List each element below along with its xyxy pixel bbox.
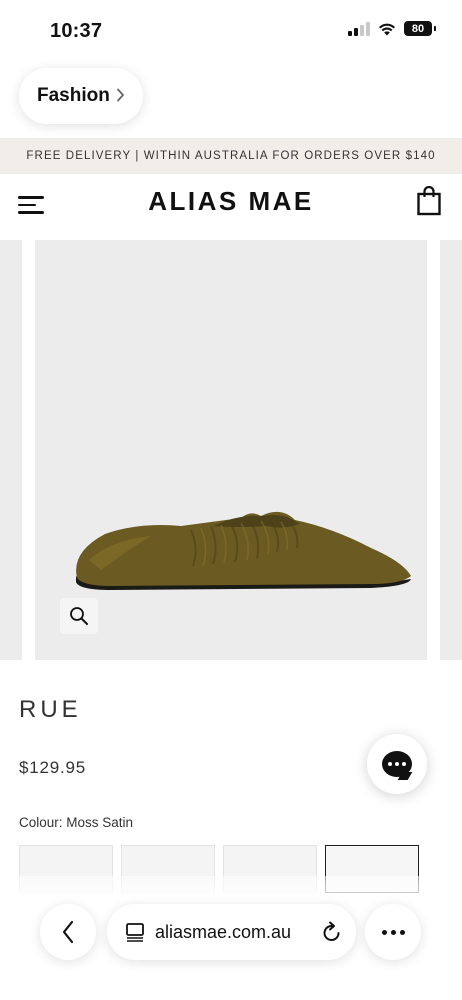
promo-banner[interactable]: FREE DELIVERY | WITHIN AUSTRALIA FOR ORD… — [0, 138, 462, 174]
browser-back-button[interactable] — [40, 904, 96, 960]
shopping-bag-icon[interactable] — [416, 185, 442, 216]
site-logo[interactable]: ALIAS MAE — [0, 186, 462, 217]
gallery-slide-next[interactable] — [440, 240, 462, 660]
zoom-icon — [70, 607, 88, 625]
gallery-slide-previous[interactable] — [0, 240, 22, 660]
site-header: ALIAS MAE — [0, 174, 462, 240]
address-bar[interactable]: aliasmae.com.au — [107, 904, 356, 960]
reload-icon[interactable] — [322, 921, 342, 943]
colour-label: Colour: Moss Satin — [19, 815, 134, 830]
wifi-icon — [379, 23, 395, 35]
back-to-app-label: Fashion — [37, 85, 110, 106]
url-text[interactable]: aliasmae.com.au — [155, 922, 312, 943]
chat-button[interactable] — [367, 734, 427, 794]
signal-icon — [348, 21, 370, 36]
status-time: 10:37 — [50, 20, 103, 42]
status-bar: 10:37 80 — [0, 0, 462, 62]
product-title: RUE — [19, 696, 82, 723]
back-to-app-button[interactable]: Fashion — [19, 68, 143, 124]
tabs-icon[interactable] — [125, 922, 145, 942]
more-icon[interactable] — [365, 904, 421, 960]
product-price: $129.95 — [19, 758, 87, 777]
promo-text: FREE DELIVERY | WITHIN AUSTRALIA FOR ORD… — [26, 150, 436, 162]
battery-level: 80 — [411, 22, 425, 35]
battery-icon: 80 — [404, 21, 436, 36]
chevron-right-icon — [116, 86, 125, 107]
status-icons: 80 — [348, 21, 436, 36]
product-gallery[interactable] — [0, 240, 462, 660]
gallery-slide-current[interactable] — [35, 240, 427, 660]
back-chevron-icon — [62, 920, 74, 944]
product-image — [76, 511, 411, 590]
zoom-button[interactable] — [60, 598, 98, 634]
chat-icon — [382, 751, 412, 777]
